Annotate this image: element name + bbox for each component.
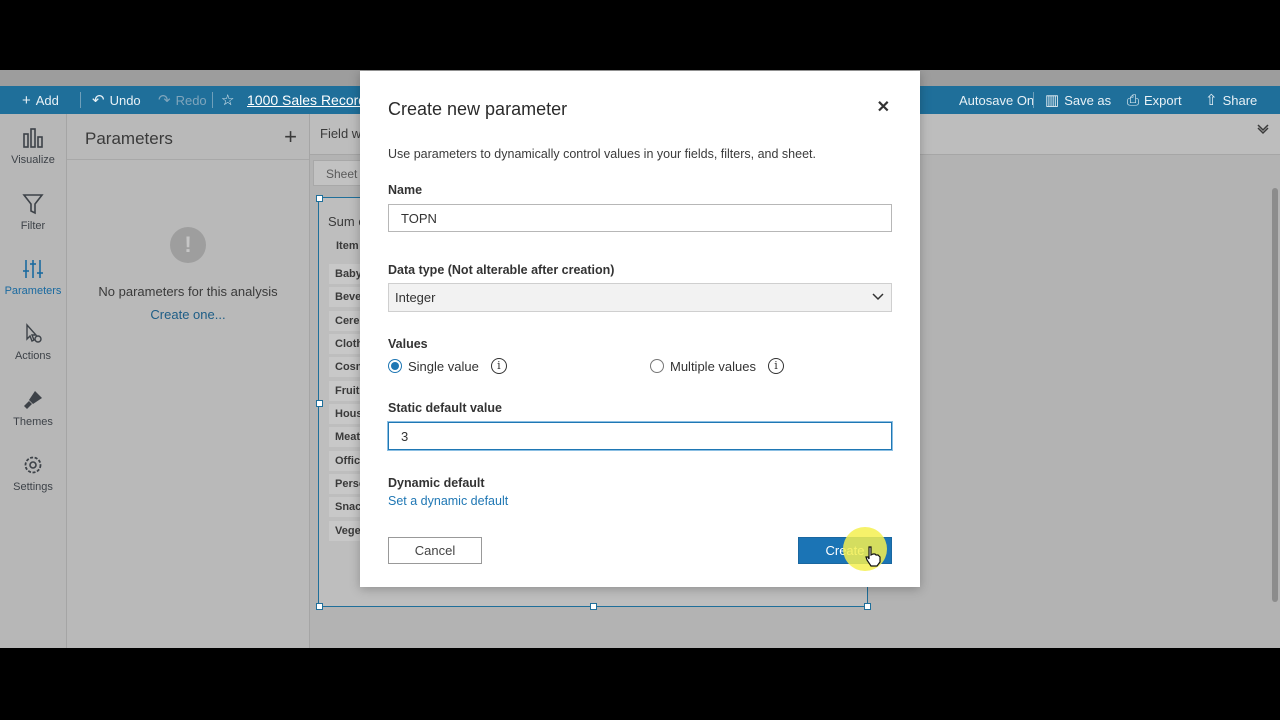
star-icon: ☆ <box>221 92 235 109</box>
values-label: Values <box>388 337 428 351</box>
dynamic-default-link[interactable]: Set a dynamic default <box>388 494 508 508</box>
save-as-button[interactable]: ▥ Save as <box>1045 86 1111 114</box>
cancel-button[interactable]: Cancel <box>388 537 482 564</box>
left-rail: Visualize Filter Parameters Actions Them… <box>0 114 67 648</box>
resize-handle[interactable] <box>590 603 597 610</box>
data-type-select[interactable]: Integer <box>388 283 892 312</box>
create-parameter-dialog: Create new parameter ✕ Use parameters to… <box>360 71 920 587</box>
multiple-values-label: Multiple values <box>670 358 756 374</box>
filter-icon <box>0 192 66 220</box>
static-default-label: Static default value <box>388 401 502 415</box>
info-icon[interactable]: i <box>768 358 784 374</box>
create-parameter-link[interactable]: Create one... <box>67 307 309 322</box>
undo-icon: ↶ <box>92 92 105 109</box>
toolbar-divider <box>1033 92 1034 108</box>
dialog-description: Use parameters to dynamically control va… <box>388 147 816 161</box>
resize-handle[interactable] <box>316 400 323 407</box>
rail-label: Actions <box>14 350 52 362</box>
chart-icon: ▥ <box>1045 92 1060 109</box>
rail-item-themes[interactable]: Themes <box>0 388 66 428</box>
dialog-title: Create new parameter <box>388 99 568 119</box>
multiple-values-option[interactable]: Multiple values i <box>650 358 784 374</box>
save-as-label: Save as <box>1064 92 1112 108</box>
single-value-option[interactable]: Single value i <box>388 358 507 374</box>
divider <box>67 159 309 160</box>
toolbar-divider <box>212 92 213 108</box>
multiple-values-radio[interactable] <box>650 359 664 373</box>
static-default-field[interactable] <box>388 422 892 450</box>
data-type-label: Data type (Not alterable after creation) <box>388 263 615 277</box>
rail-item-actions[interactable]: Actions <box>0 322 66 362</box>
rail-item-filter[interactable]: Filter <box>0 192 66 232</box>
dynamic-default-label: Dynamic default <box>388 476 485 490</box>
brush-icon <box>0 388 66 416</box>
printer-icon: ⎙ <box>1127 91 1140 109</box>
add-label: Add <box>35 92 59 108</box>
resize-handle[interactable] <box>316 195 323 202</box>
rail-label: Settings <box>13 481 53 493</box>
share-label: Share <box>1222 92 1258 108</box>
rail-label: Parameters <box>4 285 62 297</box>
pointer-gear-icon <box>0 322 66 350</box>
chevron-down-icon <box>871 284 885 320</box>
parameters-panel: Parameters + ! No parameters for this an… <box>67 114 310 648</box>
name-field[interactable] <box>388 204 892 232</box>
empty-state-text: No parameters for this analysis <box>98 284 278 299</box>
export-label: Export <box>1144 92 1182 108</box>
autosave-label: Autosave On <box>959 92 1035 108</box>
column-header: Item <box>336 240 359 252</box>
rail-label: Filter <box>20 220 46 232</box>
gear-icon <box>0 453 66 481</box>
single-value-label: Single value <box>408 358 479 374</box>
resize-handle[interactable] <box>864 603 871 610</box>
redo-button[interactable]: ↷ Redo <box>158 86 207 114</box>
rail-item-visualize[interactable]: Visualize <box>0 126 66 166</box>
add-button[interactable]: + Add <box>22 86 59 114</box>
resize-handle[interactable] <box>316 603 323 610</box>
bar-chart-icon <box>0 126 66 154</box>
undo-button[interactable]: ↶ Undo <box>92 86 141 114</box>
rail-item-settings[interactable]: Settings <box>0 453 66 493</box>
vertical-scrollbar[interactable] <box>1272 188 1278 602</box>
info-icon[interactable]: i <box>490 358 507 374</box>
plus-icon: + <box>22 91 31 109</box>
redo-label: Redo <box>175 92 207 108</box>
hand-cursor-icon <box>864 545 882 572</box>
chevron-down-icon[interactable] <box>1256 124 1270 141</box>
add-parameter-button[interactable]: + <box>284 124 297 150</box>
redo-icon: ↷ <box>158 92 171 109</box>
undo-label: Undo <box>109 92 141 108</box>
share-icon: ⇧ <box>1205 92 1218 109</box>
analysis-title[interactable]: 1000 Sales Records <box>247 86 373 114</box>
toolbar-divider <box>80 92 81 108</box>
close-icon[interactable]: ✕ <box>877 97 890 117</box>
rail-item-parameters[interactable]: Parameters <box>0 257 66 297</box>
alert-icon: ! <box>170 227 206 263</box>
autosave-toggle[interactable]: Autosave On <box>959 86 1034 114</box>
rail-label: Visualize <box>11 154 55 166</box>
favorite-button[interactable]: ☆ <box>221 86 234 114</box>
data-type-value: Integer <box>395 290 436 305</box>
field-wells-label: Field w <box>320 126 362 141</box>
export-button[interactable]: ⎙ Export <box>1127 86 1182 114</box>
parameters-title: Parameters <box>85 129 173 148</box>
rail-label: Themes <box>13 416 53 428</box>
single-value-radio[interactable] <box>388 359 402 373</box>
share-button[interactable]: ⇧ Share <box>1205 86 1257 114</box>
sliders-icon <box>0 257 66 285</box>
name-label: Name <box>388 183 423 197</box>
